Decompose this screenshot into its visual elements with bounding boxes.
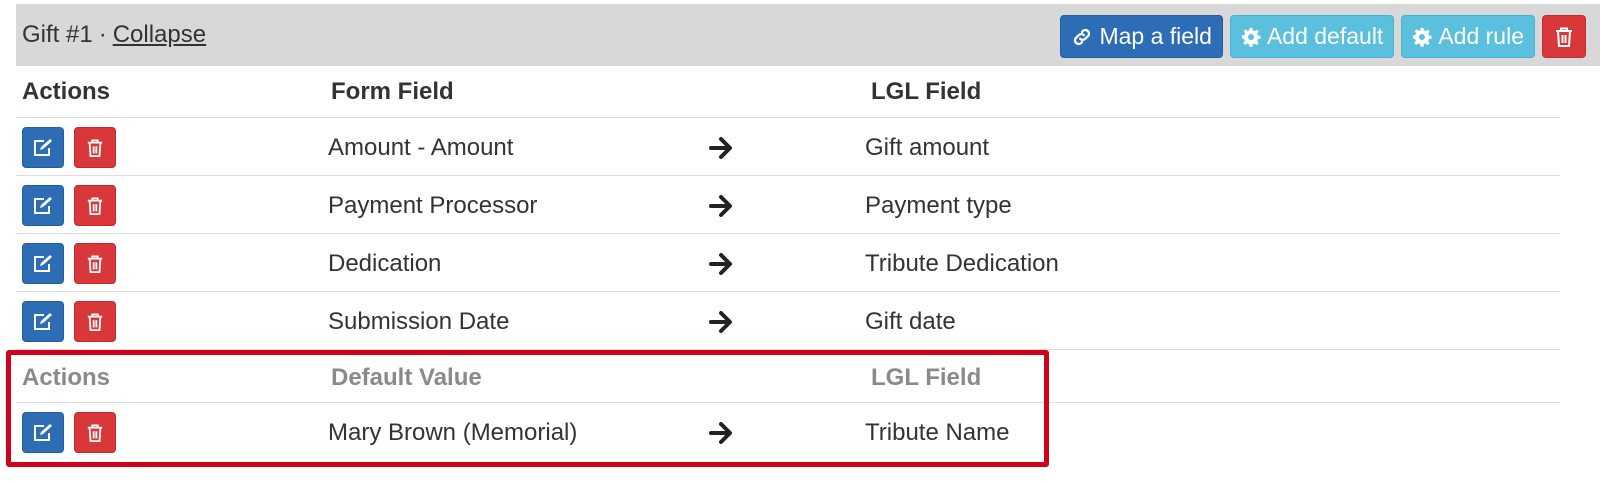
edit-row-button[interactable] [22,301,64,342]
row-divider [16,175,1560,176]
map-field-button[interactable]: Map a field [1060,15,1223,58]
trash-icon [87,312,103,331]
header-divider [16,117,1560,118]
title-separator: · [98,21,107,48]
col-header-actions: Actions [22,78,111,105]
delete-row-button[interactable] [74,301,116,342]
form-field-cell: Payment Processor [328,192,538,219]
collapse-link[interactable]: Collapse [113,21,206,49]
trash-icon [87,138,103,157]
edit-icon [34,196,52,214]
delete-row-button[interactable] [74,185,116,226]
panel-title: Gift #1 [22,21,93,48]
panel-header: Gift #1 · Collapse Map a field Add defau… [16,4,1600,66]
arrow-right-icon [709,195,732,217]
lgl-field-cell: Tribute Dedication [865,250,1059,277]
lgl-field-cell: Payment type [865,192,1012,219]
row-divider [16,291,1560,292]
arrow-right-icon [709,253,732,275]
gear-icon [1413,27,1432,47]
row-divider [16,233,1560,234]
lgl-field-cell: Gift amount [865,134,990,161]
edit-row-button[interactable] [22,243,64,284]
form-field-cell: Amount - Amount [328,134,514,161]
add-rule-button[interactable]: Add rule [1401,15,1535,58]
delete-row-button[interactable] [74,243,116,284]
add-default-label: Add default [1266,23,1384,49]
gear-icon [1241,27,1261,47]
lgl-field-cell: Gift date [865,308,956,335]
trash-icon [87,196,103,215]
trash-icon [1556,27,1572,47]
gift-panel: Gift #1 · Collapse Map a field Add defau… [16,4,1600,66]
col-header-form-field: Form Field [331,78,454,105]
map-field-label: Map a field [1099,23,1212,49]
edit-icon [34,254,52,272]
panel-toolbar: Map a field Add default Add rule [1060,15,1586,58]
link-icon [1074,28,1091,45]
add-default-button[interactable]: Add default [1229,15,1395,58]
add-rule-label: Add rule [1438,23,1524,49]
edit-row-button[interactable] [22,127,64,168]
form-field-cell: Dedication [328,250,442,277]
edit-row-button[interactable] [22,185,64,226]
delete-gift-button[interactable] [1542,15,1586,58]
edit-icon [34,312,52,330]
form-field-cell: Submission Date [328,308,510,335]
edit-icon [34,138,52,156]
delete-row-button[interactable] [74,127,116,168]
trash-icon [87,254,103,273]
arrow-right-icon [709,137,732,159]
highlight-box [6,350,1049,467]
col-header-lgl-field: LGL Field [871,78,982,105]
arrow-right-icon [709,311,732,333]
